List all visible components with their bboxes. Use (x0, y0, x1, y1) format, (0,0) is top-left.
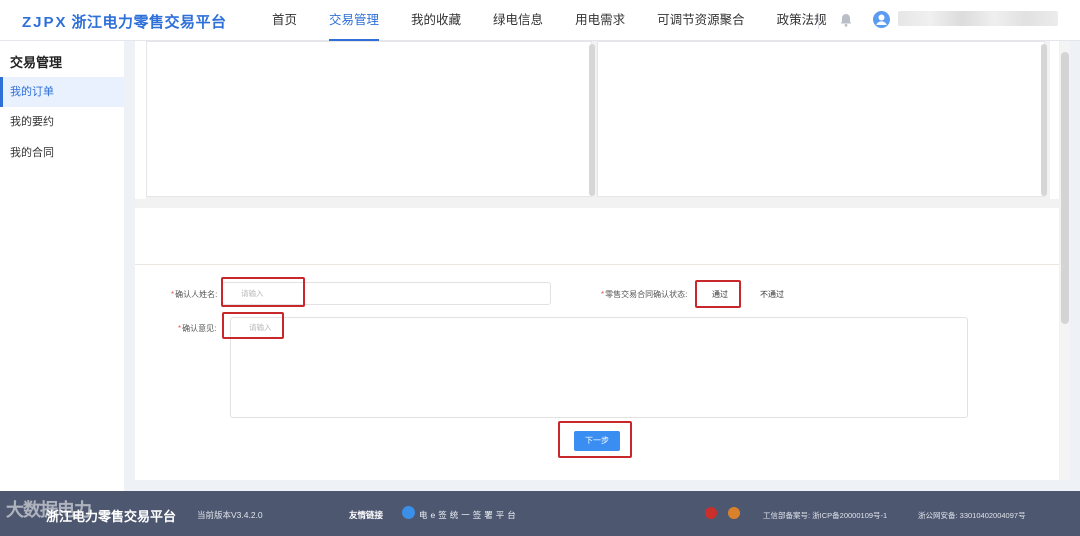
icp-record[interactable]: 工信部备案号: 浙ICP备20000109号-1 (763, 510, 887, 521)
footer: 浙江电力零售交易平台 当前版本V3.4.2.0 友情链接 电e签统一签署平台 工… (0, 491, 1080, 536)
user-info-redacted (898, 11, 1058, 26)
highlight-box-button (558, 421, 632, 458)
confirmer-name-label: *确认人姓名: (171, 290, 218, 299)
highlight-box-opinion (222, 312, 284, 339)
nav-resource-aggregation[interactable]: 可调节资源聚合 (641, 0, 761, 41)
bell-icon[interactable] (838, 12, 854, 28)
watermark: 大数据电力 (6, 500, 92, 520)
sidebar: 交易管理 我的订单 我的要约 我的合同 (0, 41, 124, 491)
esign-logo-icon (402, 506, 415, 519)
avatar[interactable] (873, 11, 890, 28)
logo-text: 浙江电力零售交易平台 (71, 14, 227, 31)
nav-home[interactable]: 首页 (256, 0, 313, 41)
nav-policy[interactable]: 政策法规 (761, 0, 843, 41)
right-pane-scrollbar[interactable] (1041, 44, 1047, 196)
document-pane-right[interactable] (597, 41, 1045, 197)
nav-divider (818, 13, 819, 29)
emblem-icon (728, 507, 740, 519)
nav-green-power[interactable]: 绿电信息 (477, 0, 559, 41)
main-nav: 首页 交易管理 我的收藏 绿电信息 用电需求 可调节资源聚合 政策法规 (256, 0, 843, 41)
nav-trade-management[interactable]: 交易管理 (313, 0, 395, 41)
left-pane-scrollbar[interactable] (589, 44, 595, 196)
top-navigation-bar: ZJPX 浙江电力零售交易平台 首页 交易管理 我的收藏 绿电信息 用电需求 可调… (0, 0, 1080, 41)
panel-bottom-strip (135, 199, 1059, 208)
status-option-fail[interactable]: 不通过 (760, 289, 784, 300)
nav-demand[interactable]: 用电需求 (559, 0, 641, 41)
highlight-box-status (695, 280, 741, 308)
sidebar-item-my-offers[interactable]: 我的要约 (0, 107, 124, 137)
police-record[interactable]: 浙公网安备: 33010402004097号 (918, 510, 1026, 521)
opinion-label: *确认意见: (178, 324, 217, 333)
highlight-box-name (221, 277, 305, 307)
version-text: 当前版本V3.4.2.0 (197, 510, 263, 520)
sidebar-title: 交易管理 (10, 55, 63, 70)
esign-link[interactable]: 电e签统一签署平台 (419, 509, 519, 521)
friendly-links-label: 友情链接 (349, 510, 384, 520)
opinion-textarea[interactable]: 请输入 (230, 317, 968, 418)
police-badge-icon (705, 507, 717, 519)
sidebar-item-my-contracts[interactable]: 我的合同 (0, 138, 124, 168)
user-icon (876, 14, 887, 25)
logo-mark: ZJPX (22, 14, 68, 31)
page-scrollbar-thumb[interactable] (1061, 52, 1069, 324)
contract-status-label: *零售交易合同确认状态: (601, 290, 688, 299)
platform-logo[interactable]: ZJPX 浙江电力零售交易平台 (22, 11, 227, 32)
nav-favorites[interactable]: 我的收藏 (395, 0, 477, 41)
document-pane-left[interactable] (146, 41, 592, 197)
sidebar-item-my-orders[interactable]: 我的订单 (0, 77, 124, 107)
section-divider (135, 264, 1059, 265)
